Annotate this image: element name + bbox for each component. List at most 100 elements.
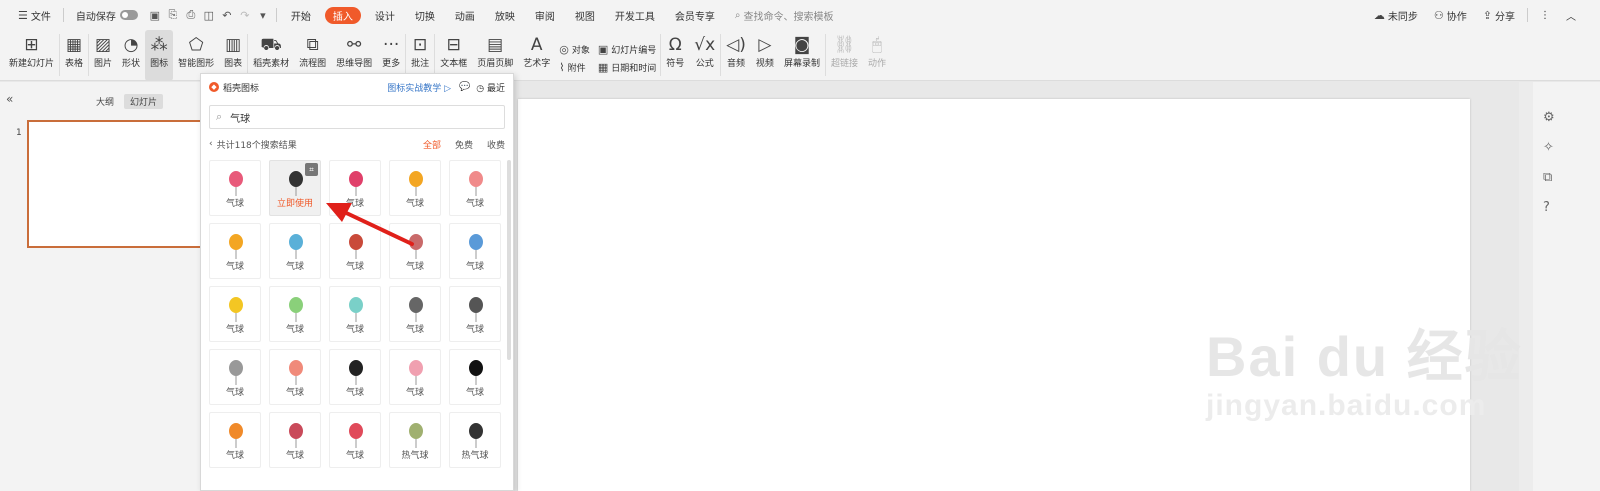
- copy-icon[interactable]: ⧉: [1543, 170, 1552, 185]
- vertical-scrollbar[interactable]: [1519, 82, 1533, 491]
- tab-transition[interactable]: 切换: [405, 0, 445, 30]
- recent-button[interactable]: ◷ 最近: [476, 81, 505, 94]
- pin-icon[interactable]: ✧: [1543, 140, 1554, 155]
- balloon-icon: [469, 234, 483, 259]
- filter-free[interactable]: 免费: [455, 138, 473, 151]
- preview-icon[interactable]: ◫: [200, 0, 218, 30]
- icon-search-input[interactable]: ⌕ 气球: [209, 105, 505, 129]
- icon-result-item[interactable]: 气球: [329, 223, 381, 279]
- audio-button[interactable]: ◁) 音频: [721, 30, 751, 81]
- mindmap-icon: ⚯: [347, 35, 362, 55]
- slide-number-button[interactable]: ▣ 幻灯片编号: [598, 41, 656, 59]
- filter-paid[interactable]: 收费: [487, 138, 505, 151]
- icon-result-label: 气球: [345, 388, 364, 398]
- attachment-button[interactable]: ⌇ 附件: [559, 59, 590, 77]
- wordart-button[interactable]: A 艺术字: [518, 30, 555, 81]
- icon-result-item[interactable]: 气球: [209, 286, 261, 342]
- chat-icon[interactable]: 💬: [459, 82, 470, 92]
- redo-icon[interactable]: ↷: [236, 0, 254, 30]
- command-search[interactable]: ⌕ 查找命令、搜索模板: [735, 8, 834, 23]
- balloon-icon: [229, 423, 243, 448]
- collapse-panel-icon[interactable]: «: [6, 92, 13, 106]
- table-button[interactable]: ▦ 表格: [60, 30, 88, 81]
- filter-all[interactable]: 全部: [423, 138, 441, 151]
- help-icon[interactable]: ?: [1543, 200, 1550, 215]
- tab-view[interactable]: 视图: [565, 0, 605, 30]
- tab-outline[interactable]: 大纲: [90, 94, 120, 109]
- icon-result-label: 气球: [225, 262, 244, 272]
- watermark-brand: Bai du 经验: [1206, 325, 1523, 388]
- icon-result-item[interactable]: 气球: [329, 160, 381, 216]
- icon-result-item[interactable]: 热气球: [449, 412, 501, 468]
- icon-result-item[interactable]: 气球: [269, 223, 321, 279]
- more-options-icon[interactable]: ⋮: [1532, 0, 1558, 30]
- object-icon: ◎: [559, 43, 569, 56]
- undo-icon[interactable]: ↶: [218, 0, 236, 30]
- settings-sliders-icon[interactable]: ⚙: [1543, 110, 1555, 125]
- slide-thumbnail[interactable]: [27, 120, 207, 248]
- object-button[interactable]: ◎ 对象: [559, 41, 590, 59]
- collaborate-button[interactable]: ⚇ 协作: [1426, 0, 1475, 30]
- tab-design[interactable]: 设计: [365, 0, 405, 30]
- formula-button[interactable]: √x 公式: [689, 30, 720, 81]
- tab-home[interactable]: 开始: [281, 0, 321, 30]
- icon-result-item[interactable]: 气球: [449, 160, 501, 216]
- icon-result-item[interactable]: 气球: [209, 412, 261, 468]
- icon-result-item[interactable]: 气球: [449, 349, 501, 405]
- icon-result-item[interactable]: 气球: [269, 412, 321, 468]
- shape-button[interactable]: ◔ 形状: [117, 30, 145, 81]
- save-icon[interactable]: ▣: [146, 0, 164, 30]
- video-button[interactable]: ▷ 视频: [751, 30, 779, 81]
- tab-animation[interactable]: 动画: [445, 0, 485, 30]
- toggle-switch[interactable]: [119, 10, 138, 20]
- icon-result-item[interactable]: 气球: [449, 223, 501, 279]
- icon-result-item[interactable]: 气球: [209, 160, 261, 216]
- omega-icon: Ω: [668, 35, 682, 55]
- icon-result-item[interactable]: 立即使用 ⌗: [269, 160, 321, 216]
- screen-record-button[interactable]: ◙ 屏幕录制: [779, 30, 825, 81]
- new-slide-button[interactable]: ⊞ 新建幻灯片: [4, 30, 59, 81]
- icon-result-item[interactable]: 气球: [209, 349, 261, 405]
- sync-button[interactable]: ☁ 未同步: [1366, 0, 1426, 30]
- qr-code-icon[interactable]: ⌗: [305, 163, 318, 176]
- tutorial-link[interactable]: 图标实战教学 ▷: [387, 81, 451, 94]
- menu-right: ☁ 未同步 ⚇ 协作 ⇪ 分享 ⋮ ︿: [1366, 0, 1600, 30]
- icon-result-item[interactable]: 气球: [389, 223, 441, 279]
- icon-result-item[interactable]: 热气球: [389, 412, 441, 468]
- tab-review[interactable]: 审阅: [525, 0, 565, 30]
- icon-result-label: 气球: [465, 262, 484, 272]
- tab-developer[interactable]: 开发工具: [605, 0, 665, 30]
- icon-result-item[interactable]: 气球: [389, 349, 441, 405]
- icon-button[interactable]: ⁂ 图标: [145, 30, 174, 81]
- tab-member[interactable]: 会员专享: [665, 0, 725, 30]
- back-icon[interactable]: ‹: [209, 139, 213, 149]
- icon-result-item[interactable]: 气球: [329, 286, 381, 342]
- tab-slideshow[interactable]: 放映: [485, 0, 525, 30]
- autosave-toggle[interactable]: 自动保存: [68, 0, 146, 30]
- datetime-button[interactable]: ▦ 日期和时间: [598, 59, 656, 77]
- symbol-button[interactable]: Ω 符号: [661, 30, 689, 81]
- hyperlink-button[interactable]: ⛓ 超链接: [826, 30, 863, 81]
- icon-result-label: 气球: [225, 199, 244, 209]
- customize-icon[interactable]: ▾: [254, 0, 272, 30]
- panel-scrollbar[interactable]: [507, 160, 511, 360]
- icon-result-item[interactable]: 气球: [389, 286, 441, 342]
- action-button[interactable]: 🖱 动作: [863, 30, 891, 81]
- result-count: 共计118个搜索结果: [216, 140, 297, 151]
- icon-result-item[interactable]: 气球: [389, 160, 441, 216]
- icon-result-item[interactable]: 气球: [449, 286, 501, 342]
- collapse-ribbon-icon[interactable]: ︿: [1558, 0, 1584, 30]
- share-button[interactable]: ⇪ 分享: [1475, 0, 1523, 30]
- print-icon[interactable]: ⎙: [182, 0, 200, 30]
- icon-result-item[interactable]: 气球: [329, 412, 381, 468]
- icon-result-item[interactable]: 气球: [209, 223, 261, 279]
- export-icon[interactable]: ⎘: [164, 0, 182, 30]
- picture-button[interactable]: ▨ 图片: [89, 30, 117, 81]
- tab-slides[interactable]: 幻灯片: [124, 94, 164, 109]
- tab-insert[interactable]: 插入: [324, 6, 361, 24]
- icon-result-item[interactable]: 气球: [269, 349, 321, 405]
- icon-result-item[interactable]: 气球: [269, 286, 321, 342]
- slide-canvas[interactable]: [518, 99, 1470, 491]
- file-menu[interactable]: ☰ 文件: [10, 0, 59, 30]
- icon-result-item[interactable]: 气球: [329, 349, 381, 405]
